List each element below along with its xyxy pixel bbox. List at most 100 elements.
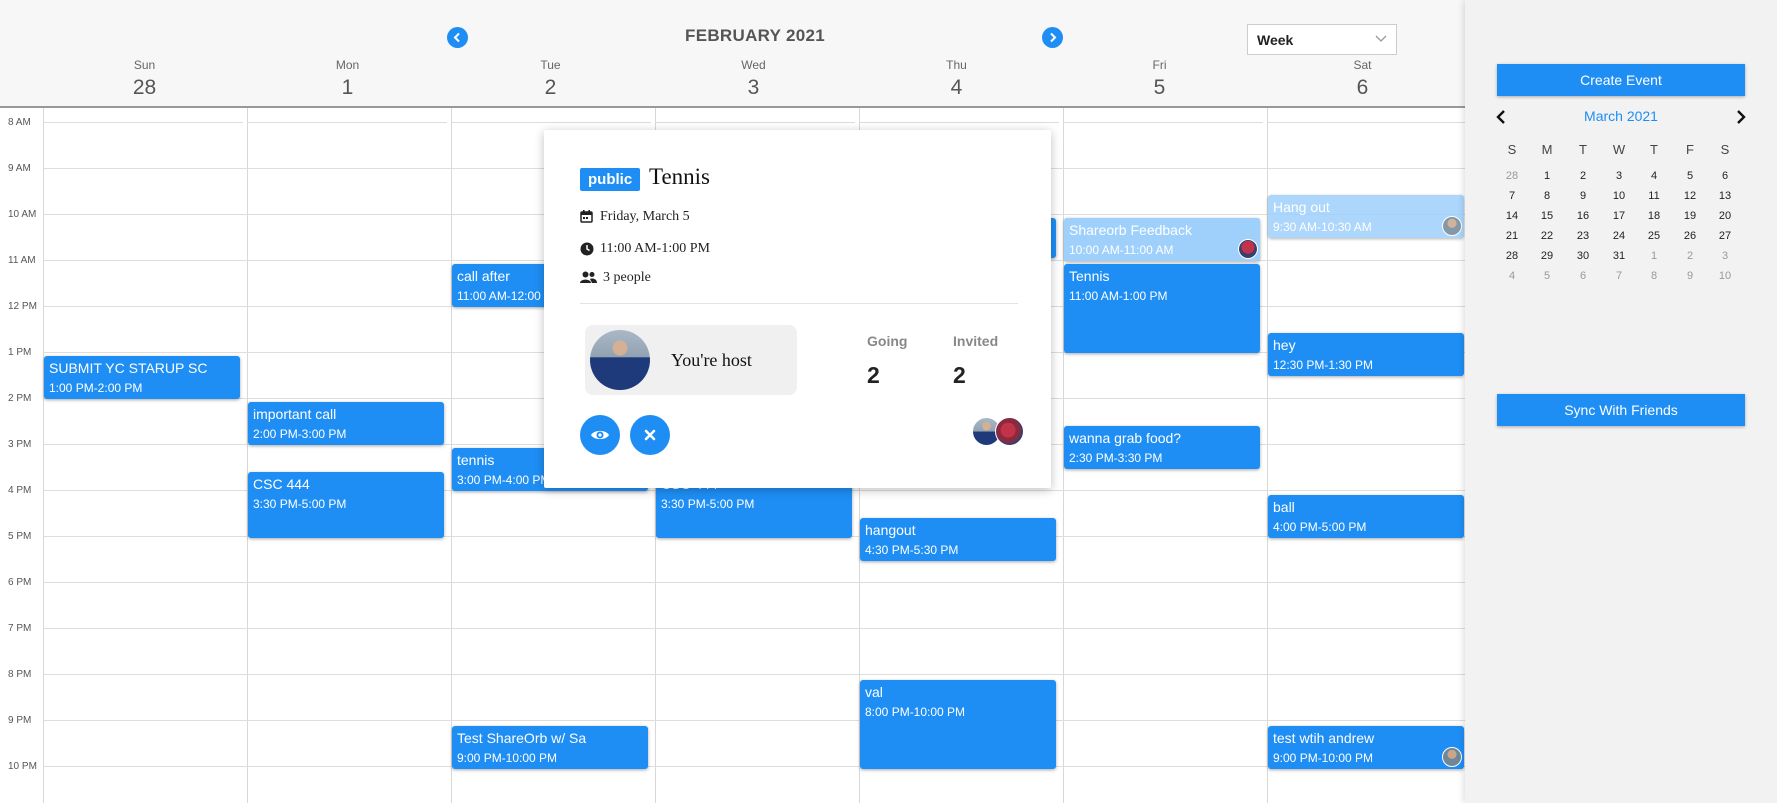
mini-day[interactable]: 14 <box>1498 210 1526 222</box>
day-number: 6 <box>1356 76 1369 99</box>
going-label: Going <box>867 333 908 349</box>
hour-label: 6 PM <box>8 577 32 588</box>
view-select[interactable]: Week <box>1247 24 1397 55</box>
hour-line <box>43 628 1465 629</box>
mini-day[interactable]: 3 <box>1605 170 1633 182</box>
calendar-event[interactable]: Tennis 11:00 AM-1:00 PM <box>1064 264 1260 353</box>
mini-day[interactable]: 10 <box>1605 190 1633 202</box>
mini-day[interactable]: 4 <box>1498 270 1526 282</box>
mini-day[interactable]: 31 <box>1605 250 1633 262</box>
calendar-event[interactable]: Shareorb Feedback 10:00 AM-11:00 AM <box>1064 218 1260 261</box>
mini-day[interactable]: 1 <box>1533 170 1561 182</box>
sync-with-friends-button[interactable]: Sync With Friends <box>1497 394 1745 426</box>
day-number: 5 <box>1153 76 1166 99</box>
mini-day[interactable]: 7 <box>1498 190 1526 202</box>
mini-day[interactable]: 7 <box>1605 270 1633 282</box>
close-popup-button[interactable] <box>630 415 670 455</box>
hour-label: 9 PM <box>8 715 32 726</box>
mini-day[interactable]: 2 <box>1676 250 1704 262</box>
mini-day[interactable]: 26 <box>1676 230 1704 242</box>
view-event-button[interactable] <box>580 415 620 455</box>
calendar-event[interactable]: CSC 444 3:30 PM-5:00 PM <box>248 472 444 538</box>
day-header[interactable]: Fri 5 <box>1058 58 1261 100</box>
host-card: You're host <box>585 325 797 395</box>
prev-week-button[interactable] <box>447 27 468 48</box>
hour-label: 7 PM <box>8 623 32 634</box>
hour-label: 1 PM <box>8 347 32 358</box>
mini-day[interactable]: 9 <box>1676 270 1704 282</box>
day-header[interactable]: Wed 3 <box>652 58 855 100</box>
invited-label: Invited <box>953 333 999 349</box>
hour-line <box>43 674 1465 675</box>
mini-day[interactable]: 2 <box>1569 170 1597 182</box>
attendee-avatar[interactable] <box>995 417 1024 446</box>
mini-day[interactable]: 8 <box>1640 270 1668 282</box>
invited-count: 2 <box>953 362 966 388</box>
mini-day[interactable]: 25 <box>1640 230 1668 242</box>
event-time: 8:00 PM-10:00 PM <box>865 705 966 719</box>
mini-day[interactable]: 16 <box>1569 210 1597 222</box>
calendar-event[interactable]: wanna grab food? 2:30 PM-3:30 PM <box>1064 426 1260 469</box>
going-count: 2 <box>867 362 880 388</box>
mini-day[interactable]: 20 <box>1711 210 1739 222</box>
day-header[interactable]: Tue 2 <box>449 58 652 100</box>
mini-day[interactable]: 30 <box>1569 250 1597 262</box>
attendee-avatar <box>1442 216 1462 236</box>
event-time: 11:00 AM-1:00 PM <box>1069 289 1168 303</box>
calendar-event[interactable]: SUBMIT YC STARUP SC 1:00 PM-2:00 PM <box>44 356 240 399</box>
mini-day[interactable]: 6 <box>1711 170 1739 182</box>
divider <box>580 303 1018 304</box>
mini-day[interactable]: 11 <box>1640 190 1668 202</box>
mini-day[interactable]: 4 <box>1640 170 1668 182</box>
mini-day[interactable]: 19 <box>1676 210 1704 222</box>
day-name: Thu <box>946 58 967 72</box>
event-time: 11:00 AM-1:00 PM <box>600 241 710 256</box>
calendar-event[interactable]: important call 2:00 PM-3:00 PM <box>248 402 444 445</box>
mini-day[interactable]: 15 <box>1533 210 1561 222</box>
mini-day[interactable]: 12 <box>1676 190 1704 202</box>
calendar-event[interactable]: ball 4:00 PM-5:00 PM <box>1268 495 1464 538</box>
event-time: 2:00 PM-3:00 PM <box>253 427 347 441</box>
mini-day[interactable]: 24 <box>1605 230 1633 242</box>
mini-day[interactable]: 27 <box>1711 230 1739 242</box>
weekday-header: W <box>1612 142 1626 157</box>
mini-day[interactable]: 13 <box>1711 190 1739 202</box>
next-week-button[interactable] <box>1042 27 1063 48</box>
day-number: 3 <box>747 76 760 99</box>
mini-day[interactable]: 22 <box>1533 230 1561 242</box>
chevron-left-icon <box>453 32 460 43</box>
calendar-event[interactable]: hangout 4:30 PM-5:30 PM <box>860 518 1056 561</box>
mini-day[interactable]: 28 <box>1498 170 1526 182</box>
mini-day[interactable]: 23 <box>1569 230 1597 242</box>
create-event-button[interactable]: Create Event <box>1497 64 1745 96</box>
calendar-header: FEBRUARY 2021 Week Sun 28 Mon 1 Tue 2 Wed 3 … <box>0 0 1465 108</box>
people-icon <box>580 271 597 283</box>
mini-day[interactable]: 9 <box>1569 190 1597 202</box>
mini-day[interactable]: 10 <box>1711 270 1739 282</box>
calendar-event[interactable]: Hang out 9:30 AM-10:30 AM <box>1268 195 1464 238</box>
mini-day[interactable]: 6 <box>1569 270 1597 282</box>
calendar-event[interactable]: hey 12:30 PM-1:30 PM <box>1268 333 1464 376</box>
day-header[interactable]: Sat 6 <box>1261 58 1464 100</box>
next-month-icon[interactable] <box>1735 110 1747 124</box>
day-header[interactable]: Mon 1 <box>246 58 449 100</box>
day-header[interactable]: Thu 4 <box>855 58 1058 100</box>
event-title: hangout <box>865 522 916 538</box>
event-time: 9:00 PM-10:00 PM <box>457 751 558 765</box>
mini-day[interactable]: 5 <box>1676 170 1704 182</box>
mini-day[interactable]: 3 <box>1711 250 1739 262</box>
mini-day[interactable]: 17 <box>1605 210 1633 222</box>
hour-label: 10 PM <box>8 761 37 772</box>
calendar-event[interactable]: val 8:00 PM-10:00 PM <box>860 680 1056 769</box>
mini-day[interactable]: 18 <box>1640 210 1668 222</box>
calendar-event[interactable]: test wtih andrew 9:00 PM-10:00 PM <box>1268 726 1464 769</box>
mini-day[interactable]: 21 <box>1498 230 1526 242</box>
mini-day[interactable]: 8 <box>1533 190 1561 202</box>
mini-day[interactable]: 5 <box>1533 270 1561 282</box>
mini-day[interactable]: 28 <box>1498 250 1526 262</box>
attendee-avatar <box>1238 239 1258 259</box>
mini-day[interactable]: 1 <box>1640 250 1668 262</box>
day-header[interactable]: Sun 28 <box>43 58 246 100</box>
mini-day[interactable]: 29 <box>1533 250 1561 262</box>
calendar-event[interactable]: Test ShareOrb w/ Sa 9:00 PM-10:00 PM <box>452 726 648 769</box>
